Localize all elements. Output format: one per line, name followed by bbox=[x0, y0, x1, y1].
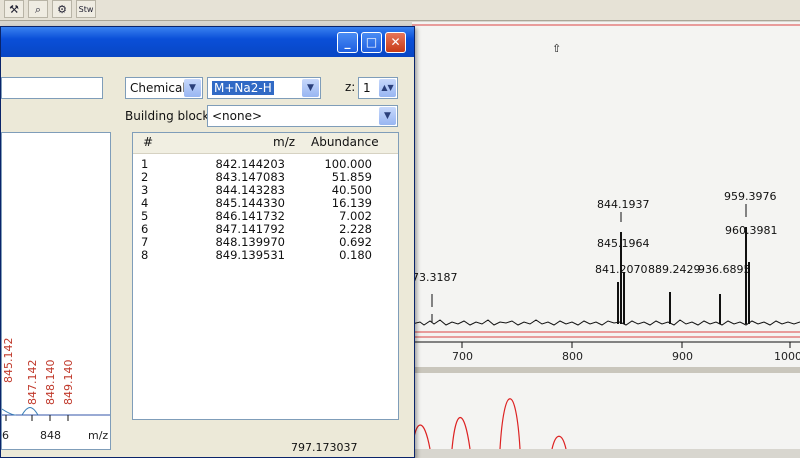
baseline-noise bbox=[412, 319, 800, 326]
peak-label-841: 841.2070 bbox=[595, 263, 648, 276]
building-block-label: Building block: bbox=[125, 109, 214, 123]
panel-separator bbox=[412, 367, 800, 373]
x-tick-700: 700 bbox=[452, 350, 473, 363]
col-index[interactable]: # bbox=[143, 135, 153, 149]
cell-index: 2 bbox=[141, 170, 149, 184]
peak-label-889: 889.2429 bbox=[648, 263, 701, 276]
sim-icon[interactable]: ⚙ bbox=[52, 0, 72, 18]
mini-peak-label-847: 847.142 bbox=[26, 359, 39, 406]
peak-label-960: 960.3981 bbox=[725, 224, 778, 237]
cell-index: 5 bbox=[141, 209, 149, 223]
peak-label-845: 845.1964 bbox=[597, 237, 650, 250]
mini-peak-label-849: 849.140 bbox=[62, 359, 75, 406]
maximize-button[interactable]: □ bbox=[361, 32, 382, 53]
cell-index: 4 bbox=[141, 196, 149, 210]
x-tick-800: 800 bbox=[562, 350, 583, 363]
toolbar: ⚒ ⌕ ⚙ Stw bbox=[0, 0, 800, 21]
building-block-select[interactable]: <none> ▼ bbox=[207, 105, 398, 127]
cell-index: 3 bbox=[141, 183, 149, 197]
cell-mz: 848.139970 bbox=[215, 235, 285, 249]
table-row[interactable]: 5 846.141732 7.002 bbox=[133, 209, 398, 223]
cell-abundance: 100.000 bbox=[324, 157, 372, 171]
mass-readout: 797.173037 bbox=[291, 441, 358, 454]
table-header: # m/z Abundance bbox=[133, 133, 398, 154]
col-abundance[interactable]: Abundance bbox=[311, 135, 379, 149]
cell-mz: 847.141792 bbox=[215, 222, 285, 236]
zoom-icon[interactable]: ⌕ bbox=[28, 0, 48, 18]
table-row[interactable]: 3 844.143283 40.500 bbox=[133, 183, 398, 197]
tool-icon[interactable]: ⚒ bbox=[4, 0, 24, 18]
cell-abundance: 7.002 bbox=[339, 209, 372, 223]
cell-mz: 843.147083 bbox=[215, 170, 285, 184]
adduct-value: M+Na2-H bbox=[212, 81, 274, 95]
cell-mz: 844.143283 bbox=[215, 183, 285, 197]
cell-abundance: 16.139 bbox=[331, 196, 372, 210]
peak-label-844: 844.1937 bbox=[597, 198, 650, 211]
spectrum-panel: ⇧ 959.3976 844.1937 960.3981 845.1964 84… bbox=[412, 22, 800, 449]
chevron-down-icon[interactable]: ▼ bbox=[302, 79, 319, 97]
x-tick-900: 900 bbox=[672, 350, 693, 363]
mini-peak-label-848: 848.140 bbox=[44, 359, 57, 406]
lower-red-trace bbox=[412, 398, 567, 449]
z-label: z: bbox=[345, 80, 356, 94]
cell-abundance: 0.180 bbox=[339, 248, 372, 262]
adduct-select[interactable]: M+Na2-H ▼ bbox=[207, 77, 321, 99]
cell-index: 7 bbox=[141, 235, 149, 249]
cell-mz: 849.139531 bbox=[215, 248, 285, 262]
mini-trace bbox=[2, 407, 39, 416]
cell-mz: 845.144330 bbox=[215, 196, 285, 210]
table-row[interactable]: 1 842.144203 100.000 bbox=[133, 157, 398, 171]
table-row[interactable]: 7 848.139970 0.692 bbox=[133, 235, 398, 249]
cell-abundance: 51.859 bbox=[331, 170, 372, 184]
z-value: 1 bbox=[363, 81, 371, 95]
building-block-value: <none> bbox=[212, 109, 263, 123]
spin-icon[interactable]: ▲▼ bbox=[379, 79, 396, 97]
mode-value: Chemical bbox=[130, 81, 186, 95]
peak-label-73: 73.3187 bbox=[412, 271, 458, 284]
cell-mz: 846.141732 bbox=[215, 209, 285, 223]
stw-icon[interactable]: Stw bbox=[76, 0, 96, 18]
cell-abundance: 0.692 bbox=[339, 235, 372, 249]
cell-abundance: 2.228 bbox=[339, 222, 372, 236]
chevron-down-icon[interactable]: ▼ bbox=[184, 79, 201, 97]
table-row[interactable]: 8 849.139531 0.180 bbox=[133, 248, 398, 262]
col-mz[interactable]: m/z bbox=[273, 135, 295, 149]
spectrum-marker[interactable]: ⇧ bbox=[552, 42, 561, 55]
formula-input[interactable] bbox=[1, 77, 103, 99]
mini-peak-label-845: 845.142 bbox=[2, 337, 15, 384]
mini-tick-label-848: 848 bbox=[40, 429, 61, 442]
cell-mz: 842.144203 bbox=[215, 157, 285, 171]
table-row[interactable]: 2 843.147083 51.859 bbox=[133, 170, 398, 184]
x-tick-1000: 1000 bbox=[774, 350, 800, 363]
cell-index: 1 bbox=[141, 157, 149, 171]
mini-axis-unit: m/z bbox=[88, 429, 109, 442]
mode-select[interactable]: Chemical ▼ bbox=[125, 77, 203, 99]
peak-label-936: 936.6895 bbox=[698, 263, 751, 276]
chevron-down-icon[interactable]: ▼ bbox=[379, 107, 396, 125]
title-bar[interactable]: _ □ ✕ bbox=[1, 27, 414, 57]
isotope-dialog: _ □ ✕ Chemical ▼ M+Na2-H ▼ z: 1 ▲▼ Build… bbox=[0, 26, 415, 458]
z-stepper[interactable]: 1 ▲▼ bbox=[358, 77, 398, 99]
close-button[interactable]: ✕ bbox=[385, 32, 406, 53]
isotope-pattern-plot: 845.142 847.142 848.140 849.140 6 848 m/… bbox=[1, 132, 111, 450]
cell-index: 8 bbox=[141, 248, 149, 262]
cell-abundance: 40.500 bbox=[331, 183, 372, 197]
mini-tick-label-left: 6 bbox=[2, 429, 9, 442]
table-row[interactable]: 6 847.141792 2.228 bbox=[133, 222, 398, 236]
table-row[interactable]: 4 845.144330 16.139 bbox=[133, 196, 398, 210]
peak-label-959: 959.3976 bbox=[724, 190, 777, 203]
minimize-button[interactable]: _ bbox=[337, 32, 358, 53]
cell-index: 6 bbox=[141, 222, 149, 236]
isotope-table[interactable]: # m/z Abundance 1 842.144203 100.000 2 843.1… bbox=[132, 132, 399, 420]
